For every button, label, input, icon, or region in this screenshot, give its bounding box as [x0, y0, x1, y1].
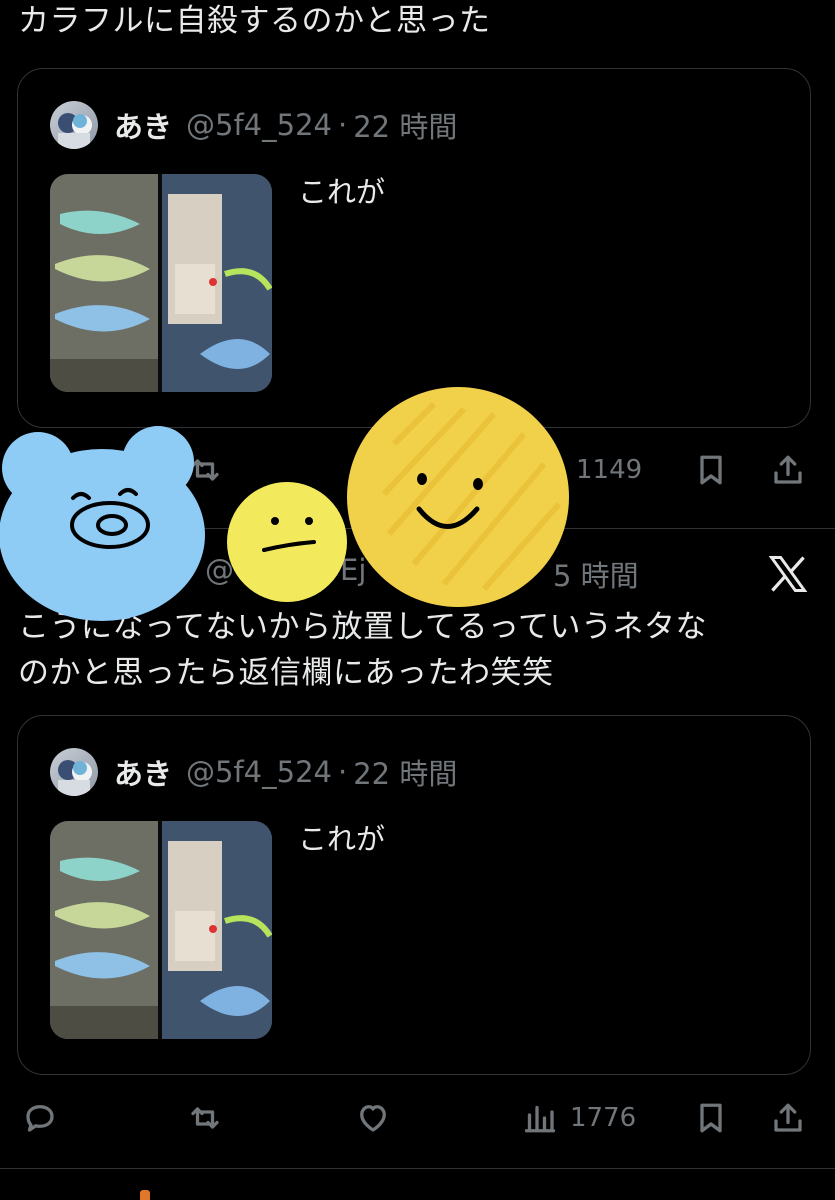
- post-actions-bar: 1776: [0, 1088, 835, 1148]
- quoted-post-image[interactable]: [50, 821, 272, 1039]
- quoted-author-handle[interactable]: @5f4_524: [186, 755, 332, 789]
- reply-icon: [26, 1105, 54, 1132]
- post-text: カラフルに自殺するのかと思った: [18, 3, 491, 39]
- quoted-post-card[interactable]: あき @5f4_524 · 22 時間 これが: [17, 68, 811, 428]
- avatar[interactable]: [50, 101, 98, 149]
- share-icon: [774, 455, 802, 484]
- views-count: 1149: [576, 455, 643, 485]
- avatar[interactable]: [50, 748, 98, 796]
- quoted-post-text: これが: [298, 175, 386, 209]
- views-count: 1776: [570, 1103, 637, 1133]
- quoted-post-text: これが: [298, 822, 386, 856]
- share-button[interactable]: [770, 450, 806, 490]
- like-icon: [360, 1105, 386, 1132]
- bookmark-button[interactable]: [693, 450, 729, 490]
- quoted-author-name[interactable]: あき: [114, 751, 172, 793]
- views-icon: [524, 1105, 556, 1133]
- smile-face-sticker: [344, 384, 572, 610]
- quoted-author-handle[interactable]: @5f4_524: [186, 108, 332, 142]
- like-button[interactable]: [355, 1098, 391, 1138]
- post-text-line-2: のかと思ったら返信欄にあったわ笑笑: [18, 655, 554, 691]
- bookmark-icon: [700, 455, 722, 485]
- partial-content-edge: [140, 1190, 150, 1200]
- bookmark-icon: [700, 1103, 722, 1133]
- neutral-face-sticker: [224, 480, 350, 604]
- views-button[interactable]: 1776: [522, 1098, 636, 1138]
- share-button[interactable]: [770, 1098, 806, 1138]
- x-logo-icon: [766, 552, 810, 596]
- quoted-post-time: 22 時間: [353, 110, 458, 144]
- divider: [0, 1168, 835, 1169]
- quoted-post-header: あき @5f4_524 · 22 時間: [50, 746, 457, 798]
- separator-dot: ·: [337, 108, 348, 142]
- bookmark-button[interactable]: [693, 1098, 729, 1138]
- quoted-post-card[interactable]: あき @5f4_524 · 22 時間 これが: [17, 715, 811, 1075]
- share-icon: [774, 1103, 802, 1132]
- quoted-post-image[interactable]: [50, 174, 272, 392]
- repost-icon: [191, 1107, 219, 1129]
- reply-button[interactable]: [22, 1098, 58, 1138]
- bear-sticker: [0, 420, 210, 625]
- quoted-post-header: あき @5f4_524 · 22 時間: [50, 99, 457, 151]
- separator-dot: ·: [337, 755, 348, 789]
- quoted-post-time: 22 時間: [353, 757, 458, 791]
- quoted-author-name[interactable]: あき: [114, 104, 172, 146]
- repost-button[interactable]: [187, 1098, 223, 1138]
